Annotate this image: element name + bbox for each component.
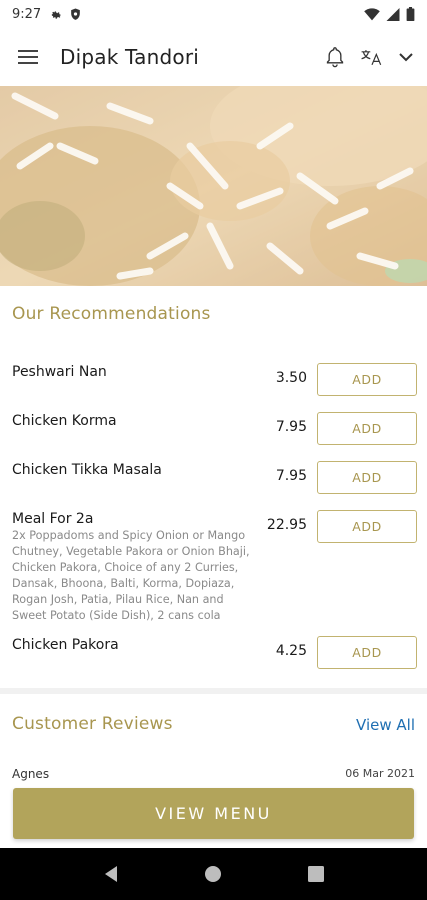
item-name: Chicken Tikka Masala (12, 462, 162, 478)
add-button[interactable]: ADD (317, 510, 417, 543)
hero-veil (0, 86, 427, 286)
item-name: Meal For 2a (12, 511, 94, 527)
wifi-icon (364, 7, 380, 21)
home-icon[interactable] (193, 854, 233, 894)
item-name: Chicken Pakora (12, 637, 119, 653)
back-icon[interactable] (91, 854, 131, 894)
recommendations-title: Our Recommendations (12, 304, 211, 324)
item-name: Chicken Korma (12, 413, 117, 429)
status-bar: 9:27 (0, 0, 427, 28)
section-divider (0, 688, 427, 694)
item-price: 4.25 (275, 643, 307, 659)
app-title: Dipak Tandori (60, 45, 199, 69)
menu-item: Chicken Korma 7.95 ADD (0, 401, 427, 450)
language-icon[interactable] (359, 47, 385, 67)
review-author: Agnes (12, 767, 50, 781)
view-menu-button[interactable]: VIEW MENU (13, 788, 414, 839)
battery-icon (406, 7, 415, 21)
review-date: 06 Mar 2021 (345, 767, 415, 780)
app-bar: Dipak Tandori (0, 28, 427, 86)
signal-icon (386, 7, 400, 21)
item-price: 3.50 (275, 370, 307, 386)
add-button[interactable]: ADD (317, 412, 417, 445)
item-description: 2x Poppadoms and Spicy Onion or Mango Ch… (12, 529, 250, 622)
bell-icon[interactable] (325, 46, 345, 68)
menu-icon[interactable] (18, 50, 38, 64)
view-all-link[interactable]: View All (356, 716, 415, 734)
menu-item: Chicken Tikka Masala 7.95 ADD (0, 450, 427, 499)
menu-item: Peshwari Nan 3.50 ADD (0, 352, 427, 401)
recommendations-list: Peshwari Nan 3.50 ADD Chicken Korma 7.95… (0, 352, 427, 674)
menu-item: Meal For 2a 2x Poppadoms and Spicy Onion… (0, 499, 427, 625)
add-button[interactable]: ADD (317, 461, 417, 494)
recents-icon[interactable] (296, 854, 336, 894)
item-price: 22.95 (266, 517, 307, 533)
reviews-title: Customer Reviews (12, 714, 173, 734)
shield-icon (70, 8, 81, 21)
item-price: 7.95 (275, 419, 307, 435)
system-nav-bar (0, 848, 427, 900)
add-button[interactable]: ADD (317, 363, 417, 396)
status-time: 9:27 (12, 6, 42, 22)
add-button[interactable]: ADD (317, 636, 417, 669)
chevron-down-icon[interactable] (399, 52, 413, 62)
menu-item: Chicken Pakora 4.25 ADD (0, 625, 427, 674)
hero-food-photo (0, 86, 427, 286)
item-name: Peshwari Nan (12, 364, 107, 380)
gear-icon (49, 8, 62, 21)
item-price: 7.95 (275, 468, 307, 484)
